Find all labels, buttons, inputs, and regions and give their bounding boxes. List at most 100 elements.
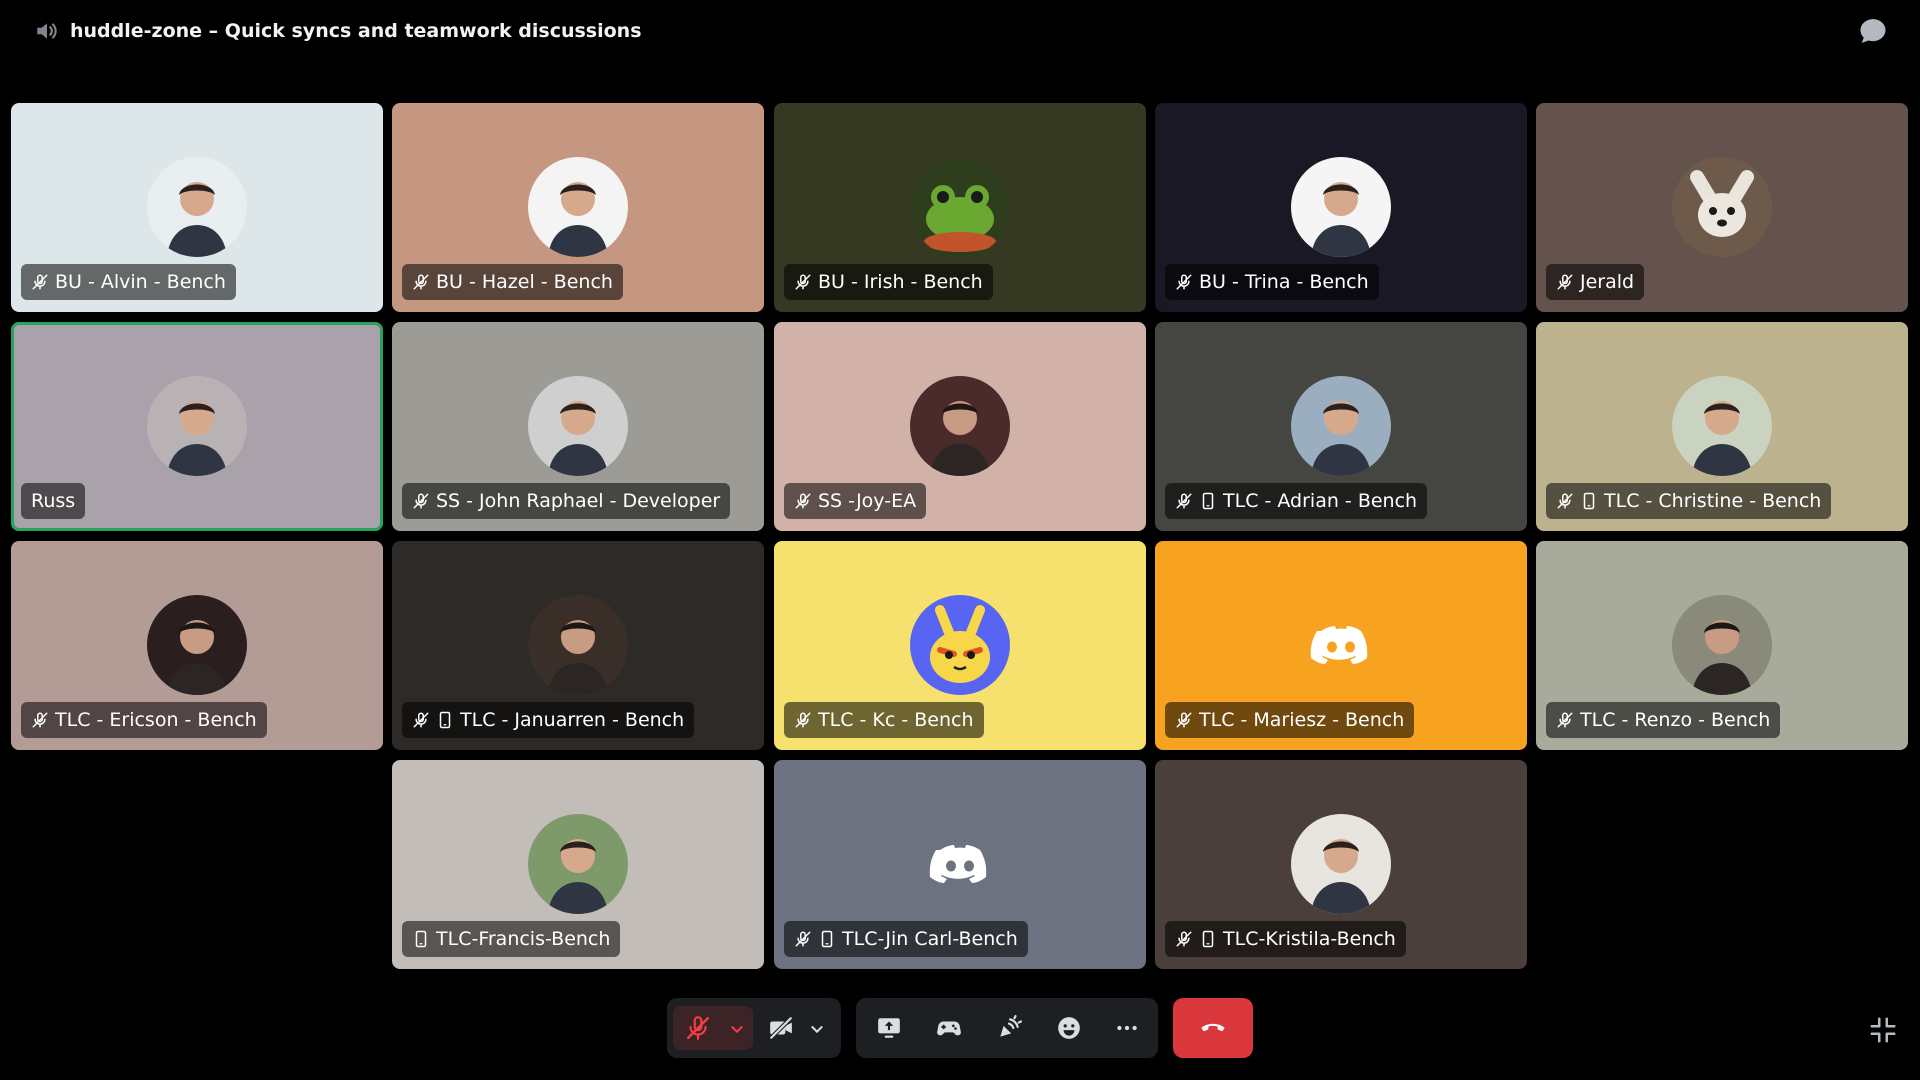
participant-name-tag: TLC - Adrian - Bench	[1165, 483, 1428, 519]
media-controls	[667, 998, 841, 1058]
avatar	[147, 595, 247, 695]
activities-button[interactable]	[922, 1006, 976, 1050]
avatar	[528, 157, 628, 257]
participant-name: BU - Hazel - Bench	[436, 271, 613, 293]
participant-tile[interactable]: SS - John Raphael - Developer	[392, 322, 764, 531]
participant-name: TLC - Christine - Bench	[1604, 490, 1822, 512]
avatar	[1672, 595, 1772, 695]
avatar	[1672, 376, 1772, 476]
camera-toggle-button[interactable]	[759, 1006, 835, 1050]
mobile-phone-icon	[436, 711, 454, 729]
emoji-icon	[1056, 1015, 1082, 1041]
screen-share-icon	[876, 1015, 902, 1041]
avatar	[1291, 814, 1391, 914]
emoji-button[interactable]	[1042, 1006, 1096, 1050]
participant-name-tag: BU - Irish - Bench	[784, 264, 993, 300]
camera-options-chevron-icon[interactable]	[809, 1021, 825, 1037]
participant-name-tag: TLC - Mariesz - Bench	[1165, 702, 1415, 738]
mobile-phone-icon	[1199, 492, 1217, 510]
mobile-phone-icon	[412, 930, 430, 948]
mobile-phone-icon	[1199, 930, 1217, 948]
avatar	[1291, 157, 1391, 257]
participant-tile[interactable]: Jerald	[1536, 103, 1908, 312]
participant-tile[interactable]: BU - Trina - Bench	[1155, 103, 1527, 312]
avatar	[1291, 376, 1391, 476]
participant-name: Russ	[31, 490, 76, 512]
mic-options-chevron-icon[interactable]	[729, 1021, 745, 1037]
mobile-phone-icon	[818, 930, 836, 948]
participant-tile[interactable]: TLC-Jin Carl-Bench	[774, 760, 1146, 969]
participant-name: BU - Irish - Bench	[818, 271, 983, 293]
participant-name-tag: Russ	[21, 483, 86, 519]
participant-tile[interactable]: SS -Joy-EA	[774, 322, 1146, 531]
participant-name-tag: Jerald	[1546, 264, 1645, 300]
participant-name: TLC-Francis-Bench	[436, 928, 611, 950]
soundboard-icon	[996, 1015, 1022, 1041]
mic-muted-icon	[1556, 492, 1574, 510]
participant-name: TLC - Mariesz - Bench	[1199, 709, 1405, 731]
participant-tile[interactable]: TLC - Christine - Bench	[1536, 322, 1908, 531]
mic-muted-icon	[1175, 930, 1193, 948]
participant-tile[interactable]: TLC - Ericson - Bench	[11, 541, 383, 750]
mic-muted-icon	[412, 492, 430, 510]
mic-muted-icon	[31, 711, 49, 729]
mic-muted-icon	[794, 711, 812, 729]
avatar	[528, 814, 628, 914]
game-controller-icon	[935, 1015, 963, 1041]
participant-tile[interactable]: TLC - Kc - Bench	[774, 541, 1146, 750]
call-control-bar	[0, 995, 1920, 1065]
participant-tile[interactable]: TLC - Renzo - Bench	[1536, 541, 1908, 750]
mic-muted-icon	[794, 492, 812, 510]
participant-tile[interactable]: TLC - Januarren - Bench	[392, 541, 764, 750]
participant-name-tag: TLC-Francis-Bench	[402, 921, 621, 957]
avatar	[147, 376, 247, 476]
avatar	[528, 376, 628, 476]
avatar	[1291, 595, 1391, 695]
disconnect-button[interactable]	[1173, 998, 1253, 1058]
mic-muted-icon	[1175, 273, 1193, 291]
collapse-icon[interactable]	[1868, 1015, 1898, 1045]
phone-hangup-icon	[1199, 1012, 1227, 1044]
participant-name-tag: TLC - Ericson - Bench	[21, 702, 267, 738]
mic-muted-icon	[1556, 711, 1574, 729]
mic-toggle-button[interactable]	[673, 1006, 753, 1050]
participant-tile[interactable]: BU - Hazel - Bench	[392, 103, 764, 312]
avatar	[147, 157, 247, 257]
mic-muted-icon	[685, 1015, 711, 1041]
participant-name-tag: TLC-Jin Carl-Bench	[784, 921, 1028, 957]
participant-name: TLC - Januarren - Bench	[460, 709, 685, 731]
mobile-phone-icon	[1580, 492, 1598, 510]
avatar	[1672, 157, 1772, 257]
participant-name: TLC - Kc - Bench	[818, 709, 974, 731]
participant-tile[interactable]: TLC-Francis-Bench	[392, 760, 764, 969]
participant-name: TLC - Renzo - Bench	[1580, 709, 1771, 731]
participant-tile[interactable]: BU - Alvin - Bench	[11, 103, 383, 312]
participant-tile[interactable]: TLC - Adrian - Bench	[1155, 322, 1527, 531]
soundboard-button[interactable]	[982, 1006, 1036, 1050]
more-icon	[1114, 1015, 1140, 1041]
more-options-button[interactable]	[1100, 1006, 1154, 1050]
avatar	[910, 814, 1010, 914]
participant-name-tag: BU - Hazel - Bench	[402, 264, 623, 300]
activity-controls	[856, 998, 1158, 1058]
participant-tile[interactable]: TLC - Mariesz - Bench	[1155, 541, 1527, 750]
participant-name: TLC-Jin Carl-Bench	[842, 928, 1018, 950]
participant-tile[interactable]: TLC-Kristila-Bench	[1155, 760, 1527, 969]
participant-name-tag: SS - John Raphael - Developer	[402, 483, 731, 519]
participant-name: TLC - Ericson - Bench	[55, 709, 257, 731]
participant-name-tag: TLC - Renzo - Bench	[1546, 702, 1781, 738]
participant-grid: BU - Alvin - Bench BU - Hazel - Bench BU -…	[0, 0, 1920, 1000]
participant-name: SS - John Raphael - Developer	[436, 490, 721, 512]
participant-name: Jerald	[1580, 271, 1635, 293]
participant-name: TLC - Adrian - Bench	[1223, 490, 1418, 512]
screen-share-button[interactable]	[862, 1006, 916, 1050]
participant-name-tag: TLC - Kc - Bench	[784, 702, 984, 738]
participant-tile[interactable]: BU - Irish - Bench	[774, 103, 1146, 312]
participant-name-tag: TLC - Christine - Bench	[1546, 483, 1832, 519]
avatar	[910, 376, 1010, 476]
participant-name-tag: SS -Joy-EA	[784, 483, 927, 519]
avatar	[528, 595, 628, 695]
participant-name-tag: BU - Alvin - Bench	[21, 264, 236, 300]
participant-tile[interactable]: Russ	[11, 322, 383, 531]
mic-muted-icon	[31, 273, 49, 291]
